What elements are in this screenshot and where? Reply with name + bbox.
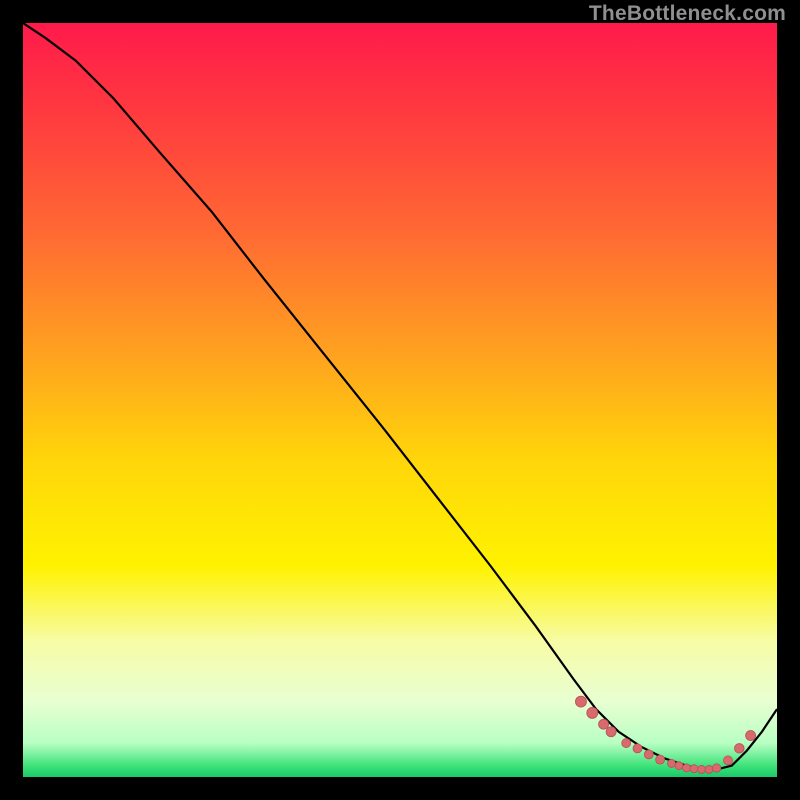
marker-dot: [622, 739, 631, 748]
marker-dot: [735, 744, 745, 754]
marker-dot: [746, 731, 756, 741]
marker-dot: [656, 755, 665, 764]
marker-dot: [698, 765, 706, 773]
marker-dot: [683, 764, 691, 772]
chart-plot: [23, 23, 777, 777]
marker-dot: [667, 759, 675, 767]
chart-background: [23, 23, 777, 777]
watermark-text: TheBottleneck.com: [589, 2, 786, 26]
marker-dot: [606, 727, 616, 737]
marker-dot: [690, 765, 698, 773]
marker-dot: [587, 707, 598, 718]
marker-dot: [675, 762, 683, 770]
marker-dot: [705, 765, 713, 773]
marker-dot: [712, 764, 720, 772]
marker-dot: [599, 719, 609, 729]
marker-dot: [723, 756, 732, 765]
marker-dot: [633, 744, 642, 753]
chart-stage: TheBottleneck.com: [0, 0, 800, 800]
marker-dot: [575, 696, 586, 707]
marker-dot: [644, 750, 653, 759]
